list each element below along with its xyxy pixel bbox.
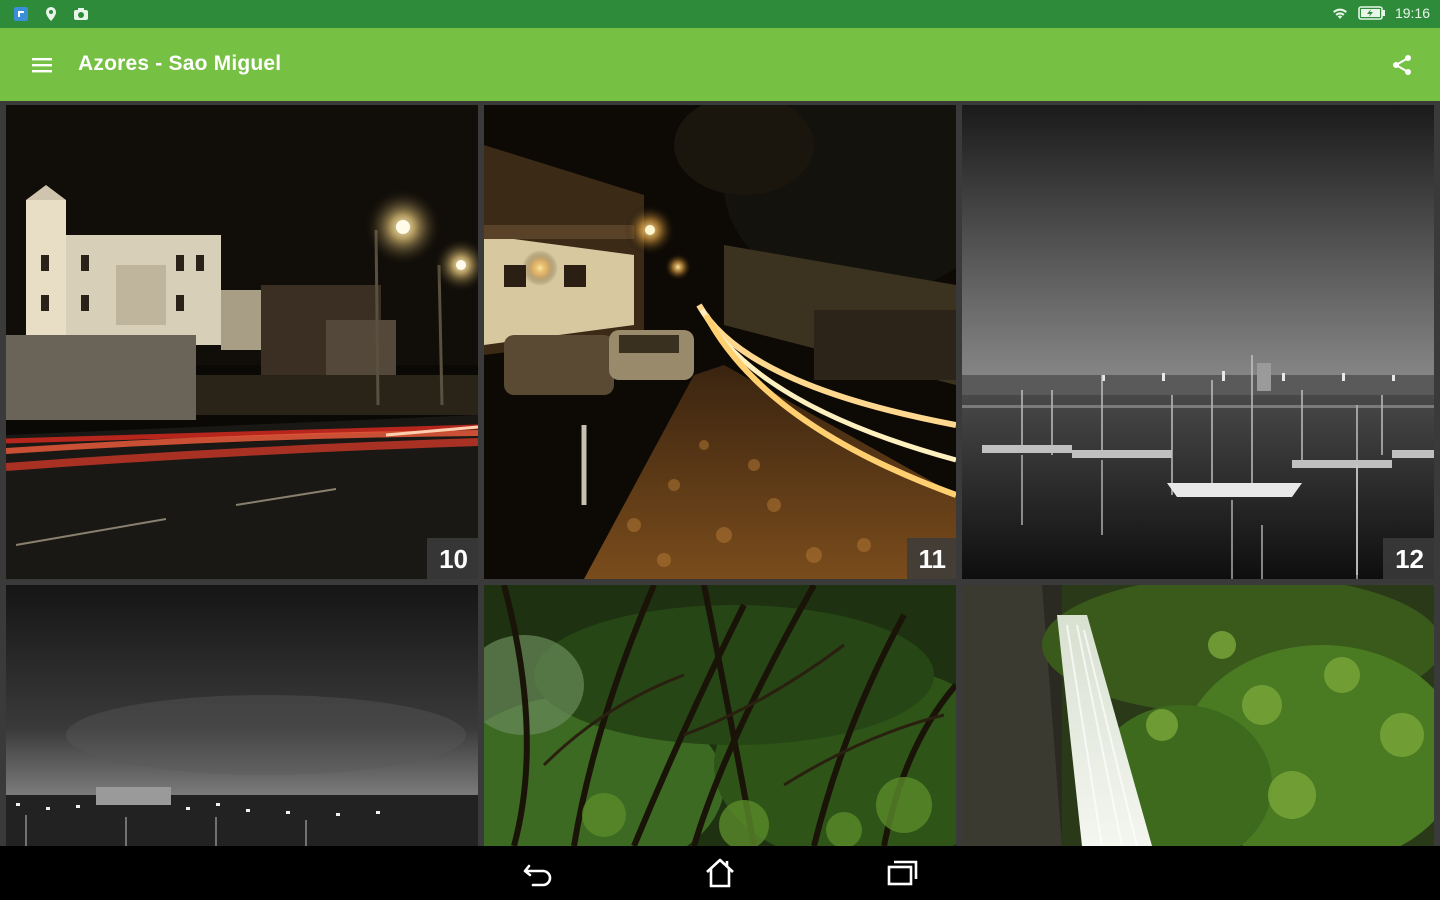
photo-grid: 10 11 12: [0, 101, 1440, 846]
back-icon: [523, 864, 552, 887]
location-pin-icon: [42, 5, 60, 23]
photo-cobblestone-street: [484, 105, 956, 579]
status-time: 19:16: [1394, 5, 1430, 21]
share-button[interactable]: [1382, 45, 1422, 85]
photo-tile[interactable]: [6, 585, 478, 846]
home-button[interactable]: [700, 856, 740, 890]
back-button[interactable]: [518, 856, 558, 890]
recent-apps-button[interactable]: [882, 856, 922, 890]
photo-waterfall: [962, 585, 1434, 846]
status-bar: 19:16: [0, 0, 1440, 28]
photo-tile[interactable]: 12: [962, 105, 1434, 579]
camera-icon: [72, 5, 90, 23]
hamburger-menu-button[interactable]: [22, 45, 62, 85]
hamburger-menu-icon: [32, 58, 52, 73]
photo-tile[interactable]: 10: [6, 105, 478, 579]
app-notification-icon: [12, 5, 30, 23]
photo-number: 10: [427, 538, 478, 579]
photo-tile[interactable]: [962, 585, 1434, 846]
navigation-bar: [0, 846, 1440, 900]
recent-apps-icon: [887, 860, 918, 886]
home-icon: [706, 858, 734, 888]
battery-charging-icon: [1357, 4, 1387, 22]
photo-city-night-bw: [6, 585, 478, 846]
share-icon: [1393, 55, 1411, 75]
app-bar: Azores - Sao Miguel: [0, 28, 1440, 101]
photo-church-night: [6, 105, 478, 579]
photo-number: 11: [906, 538, 956, 579]
photo-forest: [484, 585, 956, 846]
photo-harbor-bw: [962, 105, 1434, 579]
photo-number: 12: [1383, 538, 1434, 579]
photo-tile[interactable]: [484, 585, 956, 846]
wifi-icon: [1331, 4, 1349, 22]
photo-tile[interactable]: 11: [484, 105, 956, 579]
page-title: Azores - Sao Miguel: [78, 52, 282, 75]
